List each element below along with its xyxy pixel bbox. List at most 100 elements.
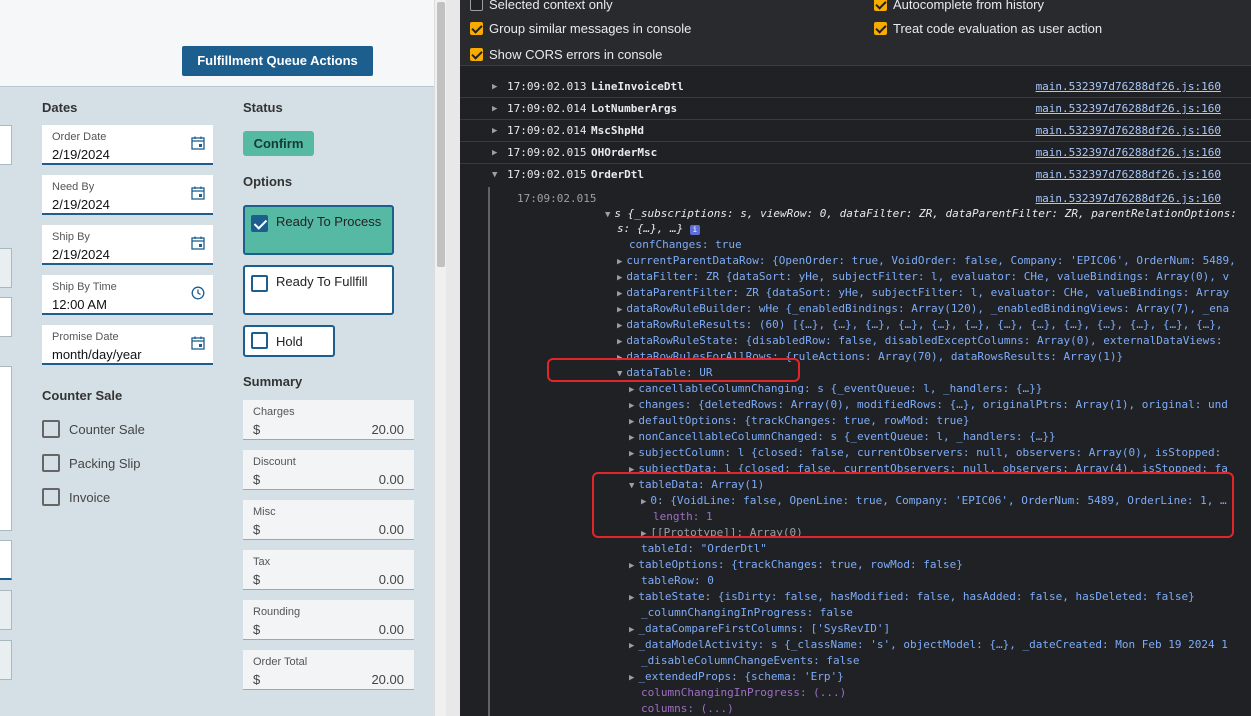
calendar-icon[interactable] bbox=[191, 186, 205, 200]
left-field-partial[interactable] bbox=[0, 125, 12, 165]
log-source-link[interactable]: main.532397d76288df26.js:160 bbox=[1036, 124, 1221, 137]
checkbox-checked[interactable] bbox=[470, 48, 483, 61]
checkbox-box[interactable] bbox=[470, 0, 483, 11]
log-source-link[interactable]: main.532397d76288df26.js:160 bbox=[1036, 168, 1221, 181]
app-scrollbar[interactable] bbox=[434, 0, 446, 716]
log-timestamp: 17:09:02.015 bbox=[507, 168, 587, 181]
log-source-link[interactable]: main.532397d76288df26.js:160 bbox=[1036, 80, 1221, 93]
console-output[interactable]: ▶ 17:09:02.013 LineInvoiceDtl main.53239… bbox=[460, 66, 1251, 716]
console-log-row[interactable]: ▶ 17:09:02.014 MscShpHd main.532397d7628… bbox=[460, 120, 1251, 142]
expand-arrow-icon[interactable]: ▶ bbox=[617, 257, 622, 267]
expand-arrow-icon[interactable]: ▶ bbox=[629, 641, 634, 651]
tree-line[interactable]: ▶ _dataModelActivity: s {_className: 's',… bbox=[629, 637, 1228, 653]
tree-text: dataFilter: ZR {dataSort: yHe, subjectFi… bbox=[626, 270, 1230, 283]
log-source-link[interactable]: main.532397d76288df26.js:160 bbox=[1036, 146, 1221, 159]
expand-arrow-icon[interactable]: ▶ bbox=[629, 673, 634, 683]
expand-arrow-icon[interactable]: ▶ bbox=[629, 417, 634, 427]
expand-arrow-icon[interactable]: ▶ bbox=[617, 305, 622, 315]
tree-line[interactable]: ▶ defaultOptions: {trackChanges: true, ro… bbox=[629, 413, 970, 429]
checkbox-checked[interactable] bbox=[470, 22, 483, 35]
setting-label: Treat code evaluation as user action bbox=[893, 21, 1103, 36]
tree-line[interactable]: ▶ _extendedProps: {schema: 'Erp'} bbox=[629, 669, 844, 685]
expand-arrow-icon[interactable]: ▶ bbox=[629, 561, 634, 571]
calendar-icon[interactable] bbox=[191, 336, 205, 350]
expand-arrow-icon[interactable]: ▶ bbox=[629, 625, 634, 635]
tree-line[interactable]: columns: (...) bbox=[641, 701, 734, 716]
left-textarea-partial[interactable] bbox=[0, 366, 12, 531]
expand-arrow-icon[interactable]: ▶ bbox=[492, 148, 497, 158]
ship-by-time-field[interactable]: Ship By Time 12:00 AM bbox=[42, 275, 213, 315]
left-select-partial[interactable] bbox=[0, 540, 12, 580]
group-source-link[interactable]: main.532397d76288df26.js:160 bbox=[1036, 191, 1221, 207]
tree-line[interactable]: ▶ subjectColumn: l {closed: false, curren… bbox=[629, 445, 1221, 461]
console-log-row[interactable]: ▶ 17:09:02.015 OHOrderMsc main.532397d76… bbox=[460, 142, 1251, 164]
calendar-icon[interactable] bbox=[191, 236, 205, 250]
tree-line[interactable]: ▶ currentParentDataRow: {OpenOrder: true,… bbox=[617, 253, 1236, 269]
expand-arrow-icon[interactable]: ▶ bbox=[629, 401, 634, 411]
hold-option[interactable]: Hold bbox=[243, 325, 335, 357]
status-badge: Confirm bbox=[243, 131, 314, 156]
expand-arrow-icon[interactable]: ▶ bbox=[629, 449, 634, 459]
calendar-icon[interactable] bbox=[191, 136, 205, 150]
expand-arrow-icon[interactable]: ▶ bbox=[629, 433, 634, 443]
promise-date-field[interactable]: Promise Date month/day/year bbox=[42, 325, 213, 365]
left-field-partial[interactable] bbox=[0, 640, 12, 680]
tree-line[interactable]: ▶ changes: {deletedRows: Array(0), modifi… bbox=[629, 397, 1228, 413]
expand-arrow-icon[interactable]: ▶ bbox=[492, 126, 497, 136]
expand-arrow-icon[interactable]: ▶ bbox=[617, 273, 622, 283]
collapse-arrow-icon[interactable]: ▼ bbox=[492, 170, 497, 180]
ready-to-fulfill-option[interactable]: Ready To Fullfill bbox=[243, 265, 394, 315]
checkbox-box[interactable] bbox=[42, 420, 60, 438]
checkbox-label: Counter Sale bbox=[69, 422, 145, 437]
tree-line[interactable]: ▶ cancellableColumnChanging: s {_eventQue… bbox=[629, 381, 1042, 397]
scrollbar-thumb[interactable] bbox=[437, 2, 445, 267]
log-source-link[interactable]: main.532397d76288df26.js:160 bbox=[1036, 102, 1221, 115]
collapse-arrow-icon[interactable]: ▼ bbox=[605, 210, 610, 220]
tree-line[interactable]: ▶ tableOptions: {trackChanges: true, rowM… bbox=[629, 557, 963, 573]
expand-arrow-icon[interactable]: ▶ bbox=[617, 289, 622, 299]
panel-divider[interactable] bbox=[446, 0, 460, 716]
checkbox-box[interactable] bbox=[251, 275, 268, 292]
fulfillment-queue-actions-button[interactable]: Fulfillment Queue Actions bbox=[182, 46, 373, 76]
summary-amount: 0.00 bbox=[378, 572, 404, 587]
tree-line[interactable]: ▶ dataFilter: ZR {dataSort: yHe, subjectF… bbox=[617, 269, 1229, 285]
clock-icon[interactable] bbox=[191, 286, 205, 300]
left-field-partial[interactable] bbox=[0, 590, 12, 630]
tree-line: confChanges: true bbox=[629, 237, 742, 253]
checkbox-box[interactable] bbox=[42, 488, 60, 506]
expand-arrow-icon[interactable]: ▶ bbox=[617, 337, 622, 347]
console-log-row-expanded[interactable]: ▼ 17:09:02.015 OrderDtl main.532397d7628… bbox=[460, 164, 1251, 186]
tree-line[interactable]: columnChangingInProgress: (...) bbox=[641, 685, 846, 701]
info-icon[interactable]: i bbox=[689, 225, 700, 235]
order-date-field[interactable]: Order Date 2/19/2024 bbox=[42, 125, 213, 165]
ready-to-process-option[interactable]: Ready To Process bbox=[243, 205, 394, 255]
expand-arrow-icon[interactable]: ▶ bbox=[629, 385, 634, 395]
summary-amount: 0.00 bbox=[378, 472, 404, 487]
tree-line[interactable]: ▶ nonCancellableColumnChanged: s {_eventQ… bbox=[629, 429, 1056, 445]
left-field-partial[interactable] bbox=[0, 297, 12, 337]
tree-line[interactable]: ▶ dataRowRuleBuilder: wHe {_enabledBindin… bbox=[617, 301, 1229, 317]
need-by-field[interactable]: Need By 2/19/2024 bbox=[42, 175, 213, 215]
ship-by-field[interactable]: Ship By 2/19/2024 bbox=[42, 225, 213, 265]
expand-arrow-icon[interactable]: ▶ bbox=[492, 104, 497, 114]
console-log-row[interactable]: ▶ 17:09:02.014 LotNumberArgs main.532397… bbox=[460, 98, 1251, 120]
checkbox-checked[interactable] bbox=[874, 22, 887, 35]
summary-discount: Discount $ 0.00 bbox=[243, 450, 414, 490]
tree-line[interactable]: ▶ dataParentFilter: ZR {dataSort: yHe, su… bbox=[617, 285, 1229, 301]
checkbox-box[interactable] bbox=[251, 332, 268, 349]
expand-arrow-icon[interactable]: ▶ bbox=[617, 321, 622, 331]
expand-arrow-icon[interactable]: ▶ bbox=[629, 593, 634, 603]
summary-label: Rounding bbox=[253, 606, 301, 618]
left-field-partial[interactable] bbox=[0, 248, 12, 288]
checkbox-checked[interactable] bbox=[874, 0, 887, 11]
checkbox-box[interactable] bbox=[42, 454, 60, 472]
console-log-row[interactable]: ▶ 17:09:02.013 LineInvoiceDtl main.53239… bbox=[460, 76, 1251, 98]
tree-line[interactable]: ▶ dataRowRuleState: {disabledRow: false, … bbox=[617, 333, 1222, 349]
field-value: month/day/year bbox=[52, 347, 142, 362]
tree-line[interactable]: ▶ tableState: {isDirty: false, hasModifie… bbox=[629, 589, 1195, 605]
object-root[interactable]: ▼ s {_subscriptions: s, viewRow: 0, dataF… bbox=[605, 206, 1237, 222]
tree-line[interactable]: ▶ _dataCompareFirstColumns: ['SysRevID'] bbox=[629, 621, 890, 637]
checkbox-checked[interactable] bbox=[251, 215, 268, 232]
expand-arrow-icon[interactable]: ▶ bbox=[492, 82, 497, 92]
tree-line[interactable]: ▶ dataRowRuleResults: (60) [{…}, {…}, {…}… bbox=[617, 317, 1222, 333]
